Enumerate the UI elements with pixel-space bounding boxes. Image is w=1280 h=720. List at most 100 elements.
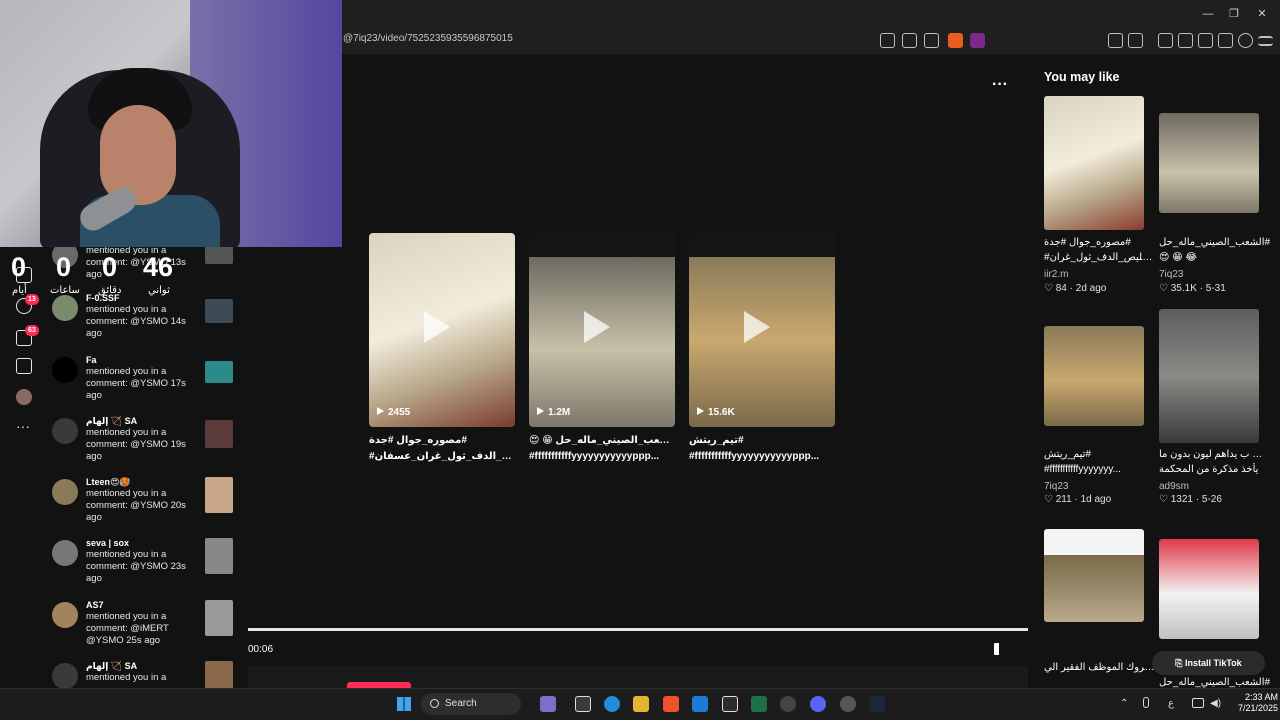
notification-item[interactable]: Lteen😍🥵 mentioned you in a comment: @YSM… bbox=[52, 477, 238, 535]
obs-icon[interactable] bbox=[780, 696, 796, 712]
progress-bar[interactable] bbox=[248, 628, 1028, 631]
media-icon[interactable] bbox=[1158, 33, 1173, 48]
install-tiktok-button[interactable]: ⎘ Install TikTok bbox=[1152, 651, 1265, 675]
more-options-icon[interactable]: ··· bbox=[992, 76, 1008, 94]
cast-icon[interactable] bbox=[902, 33, 917, 48]
video-caption[interactable]: #fffffffffffyyyyyyyyyyyppp... bbox=[689, 449, 839, 465]
recommended-card[interactable]: قصة مبروك الموظف الفقير الي bbox=[1044, 529, 1156, 688]
download-icon: ⎘ bbox=[1175, 658, 1185, 668]
windows-start-icon[interactable] bbox=[397, 697, 411, 711]
notification-item[interactable]: Fa mentioned you in a comment: @YSMO 17s… bbox=[52, 355, 238, 413]
recommended-card[interactable]: تيم_ريتش# #fffffffffffyyyyyyy... 7iq23 ♡… bbox=[1044, 326, 1144, 506]
minimize-icon[interactable]: — bbox=[1200, 6, 1216, 22]
url-text[interactable]: @7iq23/video/7525235935596875015 bbox=[343, 33, 513, 44]
more-icon[interactable]: ··· bbox=[16, 418, 30, 434]
language-indicator[interactable]: ع bbox=[1168, 698, 1174, 709]
restore-icon[interactable]: ❐ bbox=[1226, 6, 1242, 22]
card-author[interactable]: ad9sm bbox=[1159, 481, 1189, 492]
speaker-icon[interactable]: ◀) bbox=[1210, 698, 1221, 709]
card-thumbnail bbox=[1044, 326, 1144, 426]
notification-thumbnail bbox=[205, 361, 233, 383]
brave-icon[interactable] bbox=[663, 696, 679, 712]
play-icon bbox=[424, 311, 450, 343]
notification-text: mentioned you in a comment: @YSMO 20s ag… bbox=[86, 488, 186, 523]
avatar bbox=[52, 479, 78, 505]
video-caption[interactable]: مصوره_جوال #جدة# bbox=[369, 433, 519, 449]
share-icon[interactable] bbox=[924, 33, 939, 48]
discord-icon[interactable] bbox=[810, 696, 826, 712]
countdown-hours: 0 bbox=[56, 252, 72, 282]
notification-text: mentioned you in a comment: @YSMO 19s ag… bbox=[86, 427, 186, 462]
widgets-icon[interactable] bbox=[540, 696, 556, 712]
task-view-icon[interactable] bbox=[575, 696, 591, 712]
notification-item[interactable]: AS7 mentioned you in a comment: @iMERT @… bbox=[52, 600, 238, 658]
brave-shield-icon[interactable] bbox=[948, 33, 963, 48]
notification-text: mentioned you in a comment: @YSMO 23s ag… bbox=[86, 549, 186, 584]
recommended-card[interactable]: مصوره_جوال #جدة# #خليص_الدف_ثول_غران_...… bbox=[1044, 96, 1156, 296]
notification-user: إلهام 🏹 SA bbox=[86, 661, 138, 671]
countdown-minutes: 0 bbox=[102, 252, 118, 282]
countdown-hours-label: ساعات bbox=[50, 285, 80, 296]
notification-item[interactable]: إلهام 🏹 SA mentioned you in a comment: @… bbox=[52, 416, 238, 474]
excel-icon[interactable] bbox=[751, 696, 767, 712]
screen: — ❐ ✕ @7iq23/video/7525235935596875015 1… bbox=[0, 0, 1280, 720]
wallet-icon[interactable] bbox=[1198, 33, 1213, 48]
volume-icon[interactable] bbox=[994, 643, 1008, 655]
notification-thumbnail bbox=[205, 600, 233, 636]
notification-thumbnail bbox=[205, 420, 233, 448]
card-author[interactable]: iir2.m bbox=[1044, 269, 1068, 280]
outlook-icon[interactable] bbox=[692, 696, 708, 712]
capcut-icon[interactable] bbox=[722, 696, 738, 712]
video-caption[interactable]: 😍 😁 الشعب_الصيني_ماله_حل# bbox=[529, 433, 679, 449]
brave-rewards-icon[interactable] bbox=[970, 33, 985, 48]
card-title: تيم_ريتش# bbox=[1044, 449, 1091, 460]
card-title: مصوره_جوال #جدة# bbox=[1044, 237, 1131, 248]
card-stats: ♡ 1321 · 5-26 bbox=[1159, 494, 1222, 505]
video-caption[interactable]: #fffffffffffyyyyyyyyyyyppp... bbox=[529, 449, 679, 465]
monitor-icon[interactable] bbox=[1192, 698, 1204, 708]
notification-item[interactable]: F-0.SSF mentioned you in a comment: @YSM… bbox=[52, 293, 238, 351]
notification-item[interactable]: إلهام 🏹 SA mentioned you in a bbox=[52, 661, 238, 688]
extensions-icon[interactable] bbox=[1108, 33, 1123, 48]
card-title: قصة مبروك الموظف الفقير الي bbox=[1044, 662, 1156, 673]
countdown-minutes-label: دقائق bbox=[98, 285, 122, 296]
avatar bbox=[52, 357, 78, 383]
avatar bbox=[52, 602, 78, 628]
notification-item[interactable]: seva | sox mentioned you in a comment: @… bbox=[52, 538, 238, 596]
leo-ai-icon[interactable] bbox=[1218, 33, 1233, 48]
video-card[interactable]: 1.2M bbox=[529, 233, 675, 427]
heart-icon: ♡ bbox=[1044, 494, 1056, 505]
avatar bbox=[52, 540, 78, 566]
person-face bbox=[100, 105, 176, 205]
steam-icon[interactable] bbox=[869, 696, 885, 712]
avatar bbox=[52, 663, 78, 688]
card-title: #خليص_الدف_ثول_غران_... bbox=[1044, 252, 1156, 263]
sidebar-icon[interactable] bbox=[1178, 33, 1193, 48]
notification-user: AS7 bbox=[86, 600, 104, 610]
live-icon[interactable] bbox=[16, 358, 32, 374]
video-card[interactable]: 2455 bbox=[369, 233, 515, 427]
file-explorer-icon[interactable] bbox=[633, 696, 649, 712]
microphone-icon[interactable] bbox=[1143, 697, 1149, 708]
app-icon[interactable] bbox=[840, 696, 856, 712]
card-author[interactable]: 7iq23 bbox=[1159, 269, 1183, 280]
video-caption[interactable]: تيم_ريتش# bbox=[689, 433, 839, 449]
close-icon[interactable]: ✕ bbox=[1254, 6, 1270, 22]
webcam-overlay bbox=[0, 0, 342, 247]
menu-icon[interactable] bbox=[1258, 36, 1273, 46]
reader-mode-icon[interactable] bbox=[880, 33, 895, 48]
you-may-like-title: You may like bbox=[1044, 70, 1120, 84]
recommended-card[interactable]: الشعب_الصيني_ماله_حل# 😍 😁 😂 7iq23 ♡ 35.1… bbox=[1159, 113, 1270, 296]
notification-thumbnail bbox=[205, 477, 233, 513]
chevron-up-icon[interactable]: ⌃ bbox=[1120, 698, 1128, 709]
screenshot-icon[interactable] bbox=[1128, 33, 1143, 48]
recommended-card[interactable]: ادولف ب يداهم ليون بدون ما يأخذ مذكرة من… bbox=[1159, 309, 1271, 506]
video-caption[interactable]: #خليص_الدف_ثول_غران_عسفان bbox=[369, 449, 519, 465]
clock[interactable]: 2:33 AM 7/21/2025 bbox=[1230, 692, 1278, 714]
notification-text: mentioned you in a comment: @YSMO 17s ag… bbox=[86, 366, 186, 401]
profile-avatar[interactable] bbox=[16, 389, 32, 405]
video-card[interactable]: 15.6K bbox=[689, 233, 835, 427]
card-author[interactable]: 7iq23 bbox=[1044, 481, 1068, 492]
vpn-icon[interactable] bbox=[1238, 33, 1253, 48]
edge-icon[interactable] bbox=[604, 696, 620, 712]
